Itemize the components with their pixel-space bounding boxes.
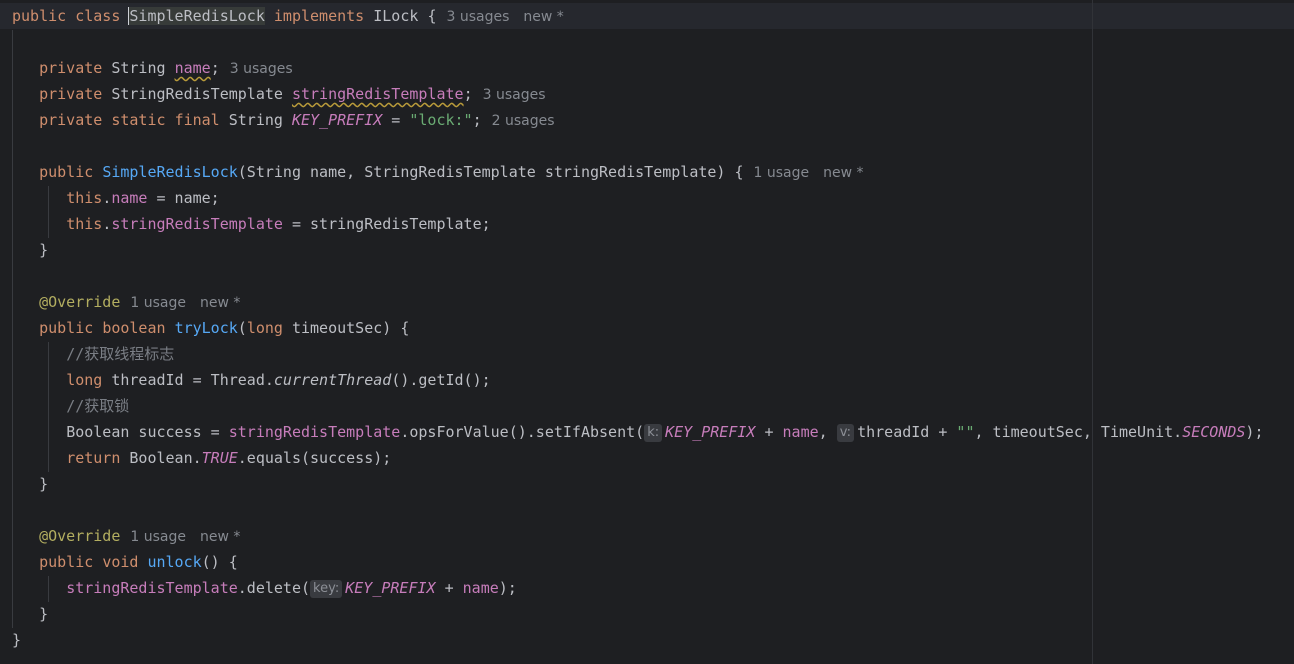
constant-name[interactable]: KEY_PREFIX [292,111,382,129]
parameter-list: timeoutSec) { [282,319,410,337]
constructor-name[interactable]: SimpleRedisLock [102,163,237,181]
field-ref[interactable]: name [463,579,499,597]
keyword: public [39,319,94,337]
parameter-hint: k: [644,424,663,442]
parameter-hint: v: [836,424,855,442]
method-call: .opsForValue().setIfAbsent( [400,423,645,441]
string-literal: "lock:" [409,111,473,129]
semicolon: ; [463,85,473,103]
string-literal: "" [956,423,975,441]
keyword: final [174,111,220,129]
parameter-list: () { [201,553,238,571]
constant-ref[interactable]: SECONDS [1182,423,1245,441]
operator: + [755,423,783,441]
parameter-list: (String name, StringRedisTemplate string… [237,163,744,181]
keyword: implements [273,7,365,25]
operator: + [435,579,463,597]
static-method-call[interactable]: currentThread [274,371,391,389]
dot: . [102,189,112,207]
assignment: = stringRedisTemplate; [282,215,491,233]
semicolon: ; [210,59,220,77]
keyword: public [12,7,67,25]
close-paren: ); [498,579,517,597]
assignment: = name; [147,189,220,207]
expression: threadId + [857,423,957,441]
usages-hint[interactable]: 3 usages [446,9,509,25]
keyword: this [66,189,103,207]
usages-hint[interactable]: 2 usages [492,113,555,129]
method-name[interactable]: tryLock [175,319,238,337]
keyword: private [39,85,103,103]
code-editor[interactable]: public class SimpleRedisLock implements … [0,0,1294,664]
annotation[interactable]: @Override [39,527,120,545]
type: StringRedisTemplate [111,85,283,103]
author-hint[interactable]: new * [823,165,863,181]
constant-ref[interactable]: KEY_PREFIX [665,423,755,441]
class-name[interactable]: SimpleRedisLock [129,7,265,25]
operator: = [382,111,410,129]
expression: , timeoutSec, TimeUnit. [974,423,1183,441]
annotation[interactable]: @Override [39,293,120,311]
comment: //获取锁 [66,397,130,415]
brace: { [427,7,437,25]
author-hint[interactable]: new * [523,9,563,25]
close-paren: ); [1245,423,1264,441]
statement: Boolean success = [66,423,229,441]
keyword: class [75,7,121,25]
keyword: static [111,111,166,129]
statement: threadId = Thread. [102,371,274,389]
method-name[interactable]: unlock [147,553,201,571]
keyword: public [39,553,94,571]
keyword: private [39,59,103,77]
author-hint[interactable]: new * [200,295,240,311]
usages-hint[interactable]: 1 usage [130,529,186,545]
method-call: .equals(success); [237,449,392,467]
keyword: boolean [102,319,166,337]
brace: } [39,475,49,493]
field-ref[interactable]: stringRedisTemplate [229,423,401,441]
constant-ref[interactable]: TRUE [202,449,238,467]
field-ref[interactable]: name [111,189,147,207]
field-name[interactable]: stringRedisTemplate [292,85,464,103]
constant-ref[interactable]: KEY_PREFIX [345,579,435,597]
keyword: return [66,449,121,467]
type: String [111,59,166,77]
semicolon: ; [472,111,482,129]
field-ref[interactable]: stringRedisTemplate [111,215,283,233]
brace: } [12,631,22,649]
usages-hint[interactable]: 3 usages [230,61,293,77]
field-ref[interactable]: name [783,423,819,441]
keyword: public [39,163,94,181]
right-margin-guide [1092,0,1093,664]
keyword: private [39,111,103,129]
field-name[interactable]: name [175,59,211,77]
usages-hint[interactable]: 1 usage [754,165,810,181]
interface-name[interactable]: ILock [373,7,418,25]
keyword: void [102,553,139,571]
parameter-hint: key: [310,580,343,598]
separator: , [818,423,837,441]
keyword: this [66,215,103,233]
author-hint[interactable]: new * [200,529,240,545]
method-call: ().getId(); [391,371,491,389]
usages-hint[interactable]: 1 usage [130,295,186,311]
comment: //获取线程标志 [66,345,175,363]
keyword: long [246,319,283,337]
field-ref[interactable]: stringRedisTemplate [66,579,238,597]
keyword: long [66,371,103,389]
brace: } [39,605,49,623]
usages-hint[interactable]: 3 usages [483,87,546,103]
expression: Boolean. [120,449,202,467]
method-call: .delete( [237,579,311,597]
type: String [228,111,283,129]
brace: } [39,241,49,259]
dot: . [102,215,112,233]
